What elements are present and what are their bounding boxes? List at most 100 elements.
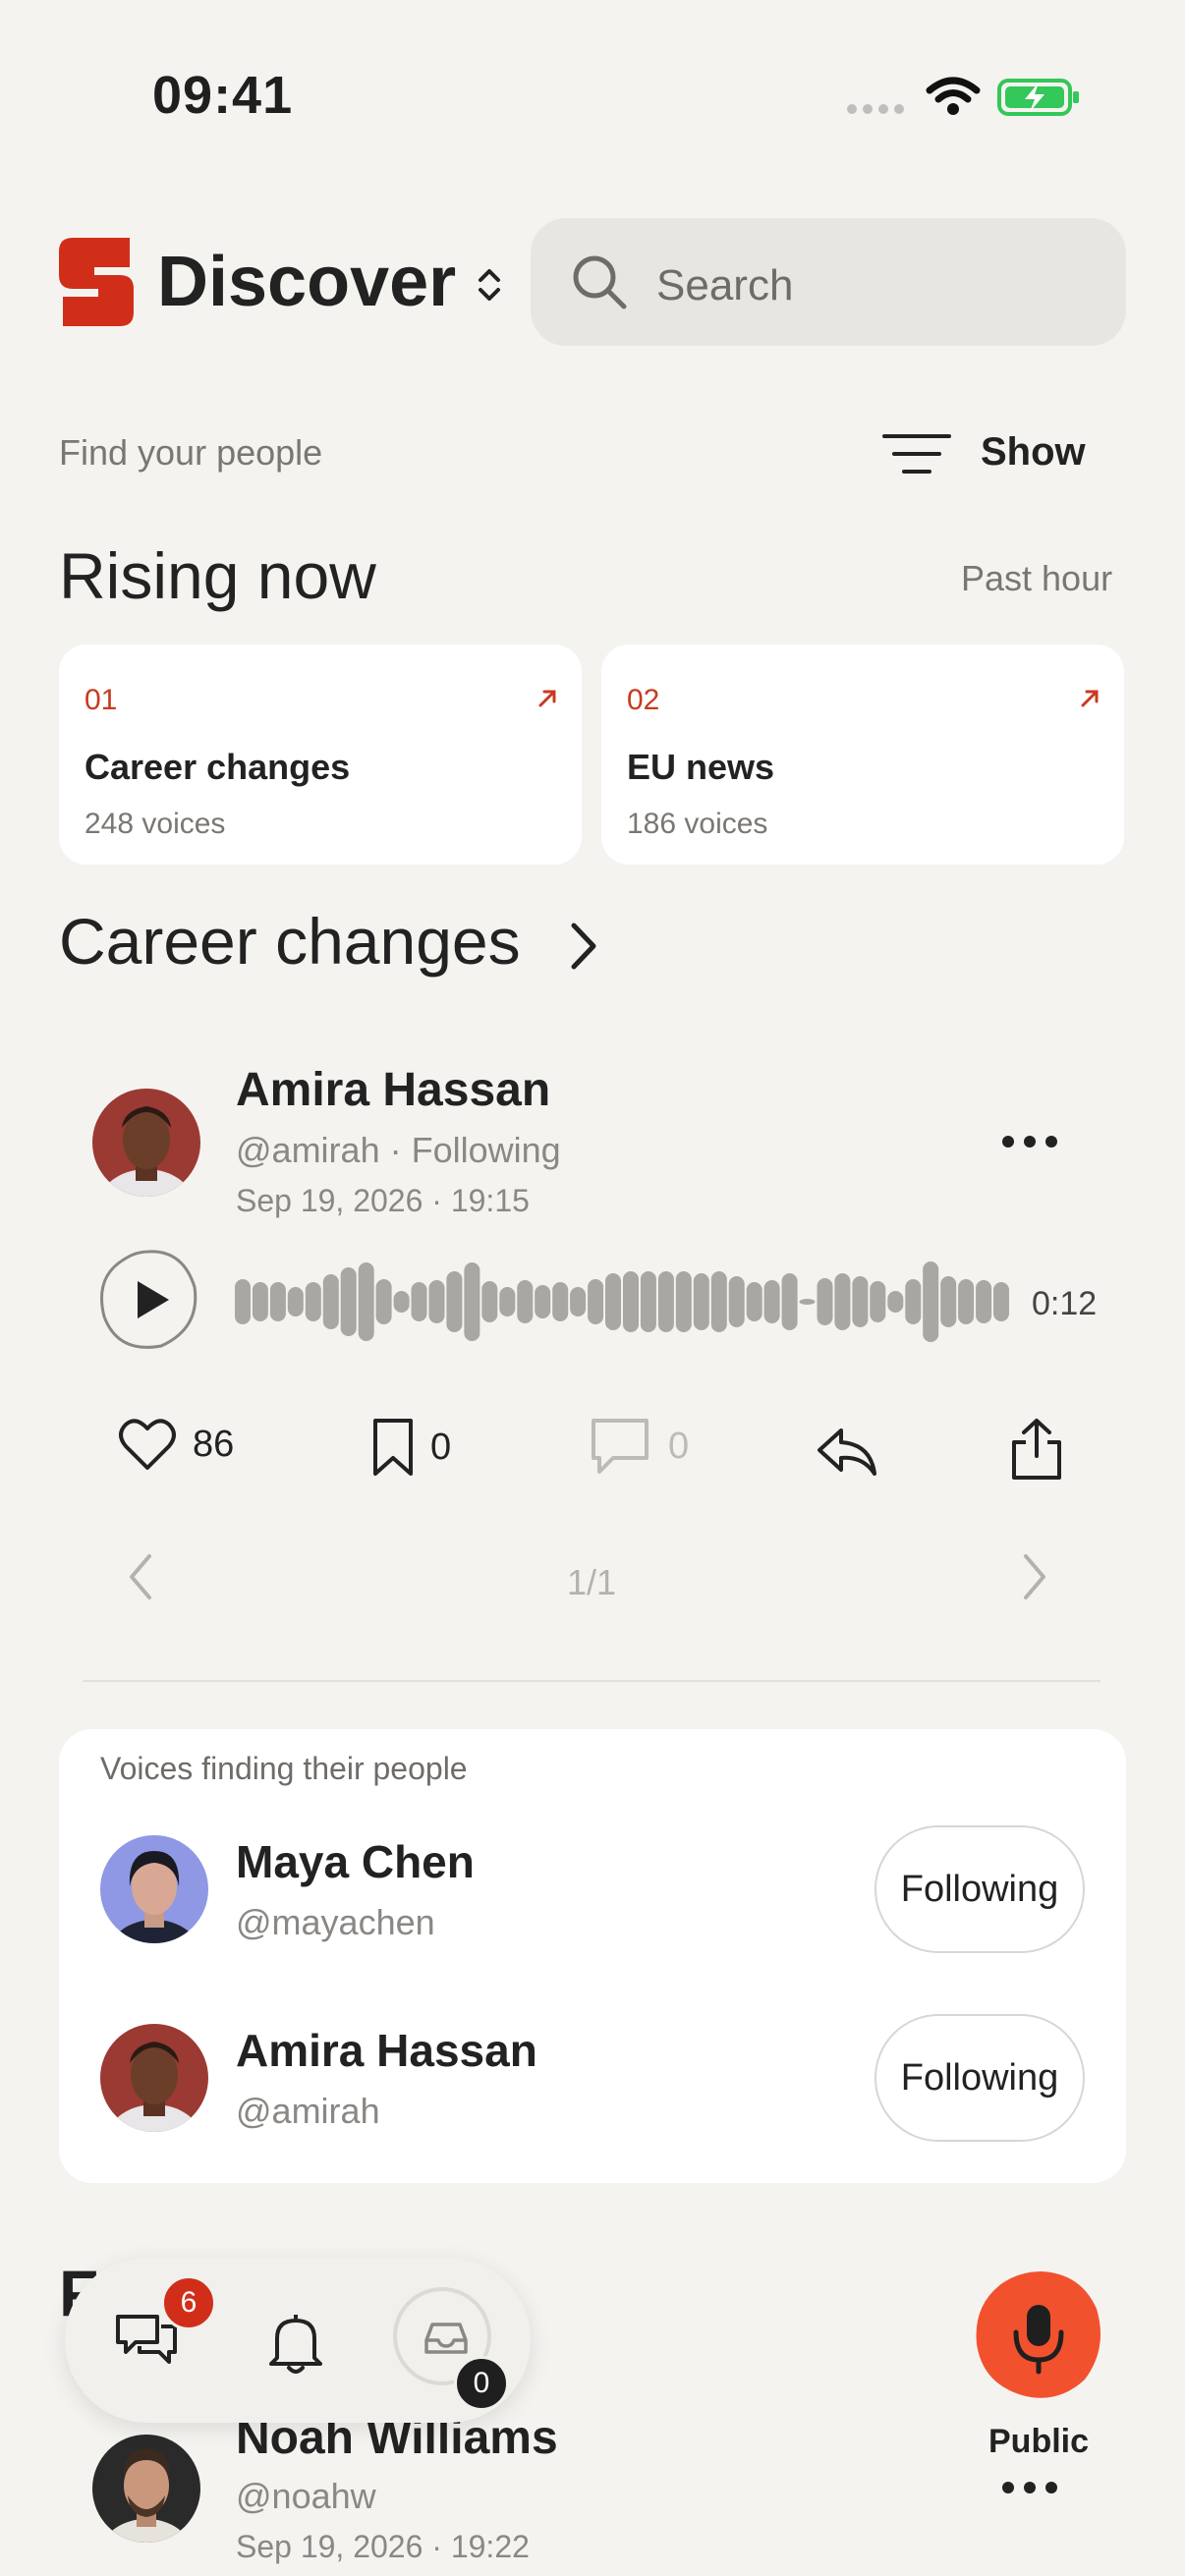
waveform-bar xyxy=(799,1299,816,1305)
chevron-left-icon[interactable] xyxy=(126,1552,155,1601)
record-mic-button[interactable] xyxy=(973,2269,1104,2403)
waveform-bar xyxy=(728,1276,745,1327)
bookmark-button[interactable]: 0 xyxy=(371,1417,451,1478)
trend-title: Career changes xyxy=(85,747,351,787)
audio-duration: 0:12 xyxy=(1032,1285,1098,1322)
trend-title: EU news xyxy=(627,747,775,787)
waveform-bar xyxy=(693,1273,709,1330)
visibility-label[interactable]: Public xyxy=(988,2423,1089,2461)
status-time: 09:41 xyxy=(152,66,294,125)
waveform-bar xyxy=(640,1271,656,1332)
suggestion-handle: @amirah xyxy=(236,2091,380,2131)
avatar[interactable] xyxy=(100,1835,208,1943)
search-input[interactable]: Search xyxy=(656,261,793,310)
play-button[interactable] xyxy=(96,1248,200,1352)
comment-button[interactable]: 0 xyxy=(588,1417,689,1476)
waveform-bar xyxy=(976,1280,992,1323)
suggestion-item[interactable]: Maya Chen @mayachen Following xyxy=(100,1825,1085,1953)
waveform-bar xyxy=(446,1271,463,1332)
waveform-bar xyxy=(322,1274,339,1329)
waveform-bar xyxy=(781,1273,798,1330)
filter-lines-icon[interactable] xyxy=(882,432,951,476)
waveform-bar xyxy=(710,1271,727,1332)
find-caption: Find your people xyxy=(59,432,323,473)
more-options-icon[interactable] xyxy=(1002,2482,1057,2493)
like-count: 86 xyxy=(193,1423,235,1465)
chevron-up-down-icon[interactable] xyxy=(476,265,503,305)
waveform-bar xyxy=(375,1279,392,1324)
audio-waveform[interactable] xyxy=(234,1258,1010,1346)
cellular-signal-icon xyxy=(847,104,904,114)
waveform-bar xyxy=(252,1282,268,1321)
waveform-bar xyxy=(834,1273,851,1330)
waveform-bar xyxy=(905,1279,922,1324)
avatar[interactable] xyxy=(92,2435,200,2543)
post-author-handle: @amirah · Following xyxy=(236,1130,561,1170)
suggestion-item[interactable]: Amira Hassan @amirah Following xyxy=(100,2014,1085,2142)
trend-count: 186 voices xyxy=(627,808,768,840)
like-button[interactable]: 86 xyxy=(118,1417,234,1472)
avatar[interactable] xyxy=(92,1089,200,1197)
waveform-bar xyxy=(552,1282,569,1321)
trend-count: 248 voices xyxy=(85,808,226,840)
waveform-bar xyxy=(235,1279,251,1324)
chevron-right-icon[interactable] xyxy=(1020,1552,1049,1601)
waveform-bar xyxy=(763,1280,780,1323)
waveform-bar xyxy=(746,1282,762,1321)
comment-count: 0 xyxy=(668,1425,690,1467)
chevron-right-icon[interactable] xyxy=(568,922,597,971)
suggestion-name[interactable]: Amira Hassan xyxy=(236,2024,537,2077)
divider xyxy=(83,1680,1100,1682)
time-range-label[interactable]: Past hour xyxy=(961,558,1112,599)
arrow-up-right-icon xyxy=(538,690,556,707)
waveform-bar xyxy=(517,1280,534,1323)
waveform-bar xyxy=(340,1267,357,1336)
bell-icon[interactable] xyxy=(265,2311,326,2376)
heart-icon xyxy=(119,1419,176,1470)
waveform-bar xyxy=(499,1287,516,1316)
trend-rank: 02 xyxy=(627,684,660,716)
waveform-bar xyxy=(675,1271,692,1332)
waveform-bar xyxy=(287,1287,304,1316)
search-bar[interactable]: Search xyxy=(531,218,1126,346)
share-icon[interactable] xyxy=(1008,1417,1065,1482)
app-logo[interactable] xyxy=(59,238,134,326)
page-indicator: 1/1 xyxy=(566,1562,617,1602)
waveform-bar xyxy=(358,1262,374,1341)
chat-badge: 6 xyxy=(161,2275,216,2330)
following-button[interactable]: Following xyxy=(875,1825,1085,1953)
trend-rank: 01 xyxy=(85,684,118,716)
waveform-bar xyxy=(940,1276,957,1327)
avatar[interactable] xyxy=(100,2024,208,2132)
waveform-bar xyxy=(428,1280,445,1323)
trend-card[interactable]: 01 Career changes 248 voices xyxy=(59,644,582,865)
waveform-bar xyxy=(269,1282,286,1321)
suggestions-card: Voices finding their people Maya Chen @m… xyxy=(59,1729,1126,2183)
reply-icon[interactable] xyxy=(816,1425,878,1478)
inbox-icon xyxy=(424,2323,468,2354)
waveform-bar xyxy=(411,1282,427,1321)
battery-charging-icon xyxy=(997,79,1079,116)
floating-nav-bar: 6 0 xyxy=(65,2258,531,2423)
following-button[interactable]: Following xyxy=(875,2014,1085,2142)
waveform-bar xyxy=(657,1271,674,1332)
waveform-bar xyxy=(588,1279,604,1324)
waveform-bar xyxy=(623,1271,639,1332)
inbox-count: 0 xyxy=(454,2356,509,2411)
suggestions-title: Voices finding their people xyxy=(100,1751,468,1786)
trend-card[interactable]: 02 EU news 186 voices xyxy=(601,644,1124,865)
comment-icon xyxy=(592,1419,649,1474)
suggestion-handle: @mayachen xyxy=(236,1902,435,1942)
waveform-bar xyxy=(464,1262,480,1341)
waveform-bar xyxy=(993,1282,1009,1321)
section-title[interactable]: Career changes xyxy=(59,904,521,979)
waveform-bar xyxy=(852,1276,869,1327)
arrow-up-right-icon xyxy=(1081,690,1099,707)
show-filter-button[interactable]: Show xyxy=(981,430,1086,475)
page-title[interactable]: Discover xyxy=(157,242,456,322)
waveform-bar xyxy=(570,1287,587,1316)
more-options-icon[interactable] xyxy=(1002,1136,1057,1148)
suggestion-name[interactable]: Maya Chen xyxy=(236,1835,475,1888)
rising-title: Rising now xyxy=(59,539,376,612)
post-author-name[interactable]: Amira Hassan xyxy=(236,1063,550,1117)
